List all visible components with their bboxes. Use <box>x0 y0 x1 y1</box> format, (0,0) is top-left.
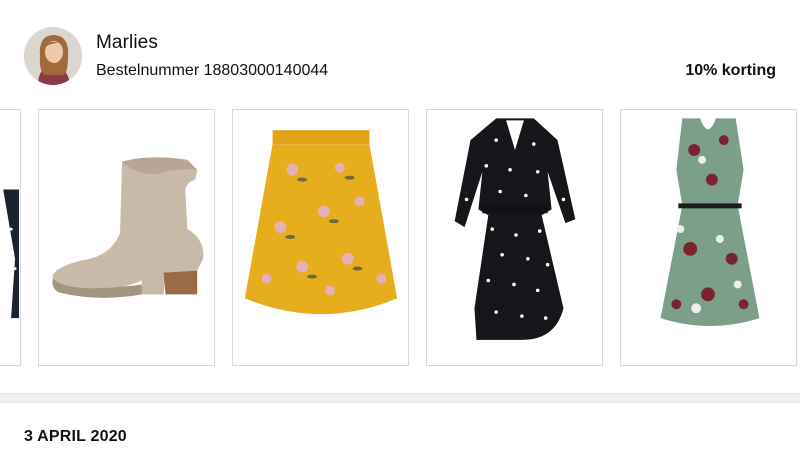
discount-badge: 10% korting <box>685 62 776 79</box>
product-card-green-dress[interactable] <box>620 109 797 366</box>
product-carousel[interactable] <box>0 109 800 369</box>
product-card-skirt[interactable] <box>232 109 409 366</box>
dress-icon <box>454 118 576 340</box>
section-divider <box>0 393 800 403</box>
order-header: Marlies Bestelnummer 18803000140044 10% … <box>0 0 800 100</box>
dress-icon <box>3 189 20 319</box>
product-card-boot[interactable] <box>38 109 215 366</box>
order-number: Bestelnummer 18803000140044 <box>96 62 329 79</box>
boot-icon <box>52 157 204 298</box>
customer-name: Marlies <box>96 32 158 53</box>
product-card-partial[interactable] <box>0 109 21 366</box>
avatar <box>24 27 82 85</box>
product-card-polka-dress[interactable] <box>426 109 603 366</box>
section-date: 3 APRIL 2020 <box>24 428 127 445</box>
skirt-icon <box>244 130 398 315</box>
dress-icon <box>660 118 760 326</box>
